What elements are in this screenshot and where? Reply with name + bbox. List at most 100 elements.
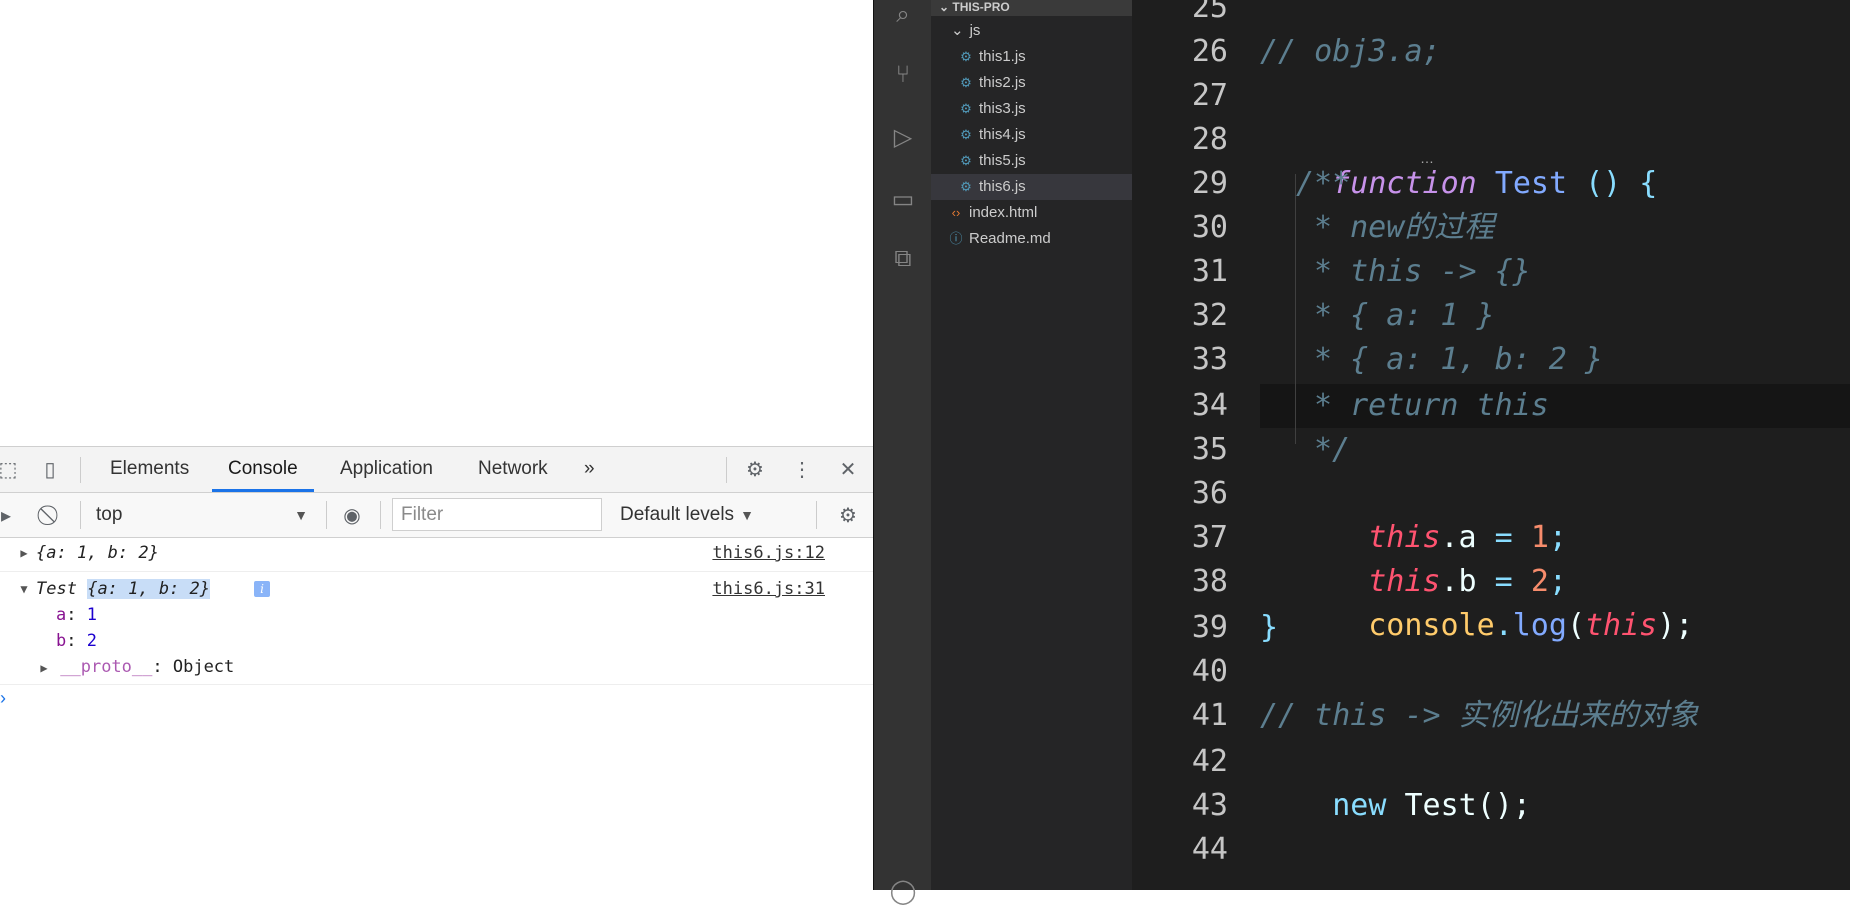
source-link[interactable]: this6.js:31 — [712, 576, 825, 602]
line-number: 41 — [1191, 698, 1228, 733]
tree-folder-js[interactable]: ⌄ js — [931, 18, 1132, 44]
explorer-header[interactable]: ⌄ THIS-PRO — [931, 0, 1132, 16]
project-title: THIS-PRO — [952, 0, 1010, 14]
expand-triangle-icon[interactable]: ▶ — [38, 655, 50, 681]
code-token: Test(); — [1386, 788, 1531, 823]
line-number: 42 — [1191, 744, 1228, 779]
file-label: Readme.md — [969, 230, 1051, 247]
toolbar-divider — [380, 501, 381, 529]
tree-file[interactable]: ⚙ this1.js — [931, 44, 1132, 70]
js-file-icon: ⚙ — [960, 153, 972, 168]
folder-label: js — [969, 22, 981, 39]
chevron-down-icon: ▼ — [294, 507, 308, 523]
code-token: console — [1368, 608, 1495, 643]
run-debug-icon[interactable]: ▷ — [888, 122, 918, 152]
more-tabs-button[interactable]: » — [568, 447, 611, 491]
filter-input[interactable] — [392, 498, 602, 531]
extensions-icon[interactable]: ⧉ — [888, 244, 918, 274]
file-label: this4.js — [979, 126, 1026, 143]
line-number: 29 — [1191, 166, 1228, 201]
console-message[interactable]: ▶ {a: 1, b: 2} this6.js:12 — [0, 538, 873, 572]
line-number: 37 — [1191, 520, 1228, 555]
settings-icon[interactable]: ⚙ — [741, 455, 769, 483]
tree-file[interactable]: ⓘ Readme.md — [931, 226, 1132, 252]
source-control-icon[interactable]: ⑂ — [888, 60, 918, 90]
function-name: Test — [1494, 166, 1568, 201]
chevron-down-icon: ⌄ — [951, 22, 964, 39]
object-preview[interactable]: {a: 1, b: 2} — [87, 579, 211, 599]
more-options-icon[interactable]: ⋮ — [788, 455, 816, 483]
tab-network[interactable]: Network — [462, 447, 564, 491]
line-number: 31 — [1191, 254, 1228, 289]
file-label: this5.js — [979, 152, 1026, 169]
browser-panel: ⬚ ▯ Elements Console Application Network… — [0, 0, 873, 891]
expand-triangle-icon[interactable]: ▶ — [18, 540, 30, 566]
tree-file[interactable]: ⚙ this2.js — [931, 70, 1132, 96]
object-property: b: 2 — [56, 631, 97, 651]
property-value: 1 — [86, 605, 97, 625]
code-token: ); — [1657, 608, 1694, 643]
inspect-element-icon[interactable]: ⬚ — [0, 455, 22, 483]
code-token: () { — [1567, 166, 1658, 201]
line-number: 25 — [1191, 0, 1228, 25]
tree-file[interactable]: ⚙ this4.js — [931, 122, 1132, 148]
line-number: 32 — [1191, 298, 1228, 333]
keyword-function: function — [1332, 166, 1477, 201]
code-line: * { a: 1, b: 2 } — [1314, 342, 1603, 377]
toolbar-divider — [816, 501, 817, 529]
toolbar-divider — [80, 457, 81, 483]
sidebar-toggle-icon[interactable]: ▸ — [0, 501, 20, 529]
code-token: this — [1585, 608, 1658, 643]
code-editor[interactable]: 25 26 27 28 29 30 31 32 33 34 35 36 37 3… — [1132, 0, 1850, 890]
device-toolbar-icon[interactable]: ▯ — [36, 455, 64, 483]
console-settings-icon[interactable]: ⚙ — [834, 501, 862, 529]
code-line: // obj3.a; — [1260, 34, 1441, 69]
code-line: * this -> {} — [1314, 254, 1531, 289]
tab-elements[interactable]: Elements — [94, 447, 205, 491]
search-icon[interactable]: ⌕ — [888, 0, 918, 30]
close-icon[interactable]: ✕ — [834, 455, 862, 483]
account-icon[interactable]: ◯ — [888, 876, 918, 906]
object-proto[interactable]: ▶ __proto__: Object — [38, 654, 234, 680]
tree-file[interactable]: ⚙ this3.js — [931, 96, 1132, 122]
tree-file[interactable]: ⚙ this5.js — [931, 148, 1132, 174]
proto-value: Object — [172, 657, 235, 677]
source-link[interactable]: this6.js:12 — [712, 540, 825, 566]
remote-explorer-icon[interactable]: ▭ — [888, 184, 918, 214]
code-token: . — [1494, 608, 1513, 643]
tab-console[interactable]: Console — [212, 447, 314, 492]
info-icon[interactable]: i — [254, 581, 270, 597]
collapse-triangle-icon[interactable]: ▼ — [18, 576, 30, 602]
code-line: */ — [1314, 432, 1351, 467]
activity-bar: ⌕ ⑂ ▷ ▭ ⧉ ◯ — [874, 0, 931, 905]
code-line: } — [1260, 610, 1279, 645]
toolbar-divider — [726, 457, 727, 483]
clear-console-icon[interactable]: ⃠ — [38, 501, 66, 529]
code-line: // this -> 实例化出来的对象 — [1260, 698, 1699, 733]
code-line: new Test(); — [1260, 740, 1531, 823]
code-line: this.a = 1; — [1296, 472, 1567, 555]
tree-file-selected[interactable]: ⚙ this6.js — [931, 174, 1132, 200]
tree-file[interactable]: ‹› index.html — [931, 200, 1132, 226]
context-select-value: top — [96, 504, 123, 525]
console-prompt[interactable]: › — [0, 685, 873, 715]
info-file-icon: ⓘ — [949, 231, 963, 246]
tab-application[interactable]: Application — [324, 447, 449, 491]
property-value: 2 — [86, 631, 97, 651]
console-message[interactable]: ▼ Test {a: 1, b: 2} i this6.js:31 a: 1 b… — [0, 572, 873, 685]
js-file-icon: ⚙ — [960, 127, 972, 142]
file-label: this2.js — [979, 74, 1026, 91]
log-levels-select[interactable]: Default levels ▼ — [612, 501, 762, 529]
html-file-icon: ‹› — [951, 205, 961, 220]
line-number: 33 — [1191, 342, 1228, 377]
proto-key: __proto__ — [60, 657, 153, 677]
line-number: 35 — [1191, 432, 1228, 467]
file-label: this6.js — [979, 178, 1026, 195]
object-preview[interactable]: {a: 1, b: 2} — [36, 540, 159, 566]
code-token: log — [1512, 608, 1567, 643]
live-expression-eye-icon[interactable]: ◉ — [338, 501, 366, 529]
file-label: index.html — [969, 204, 1038, 221]
line-number: 28 — [1191, 122, 1228, 157]
object-class-name: Test — [36, 579, 77, 599]
context-select[interactable]: top ▼ — [84, 501, 312, 529]
